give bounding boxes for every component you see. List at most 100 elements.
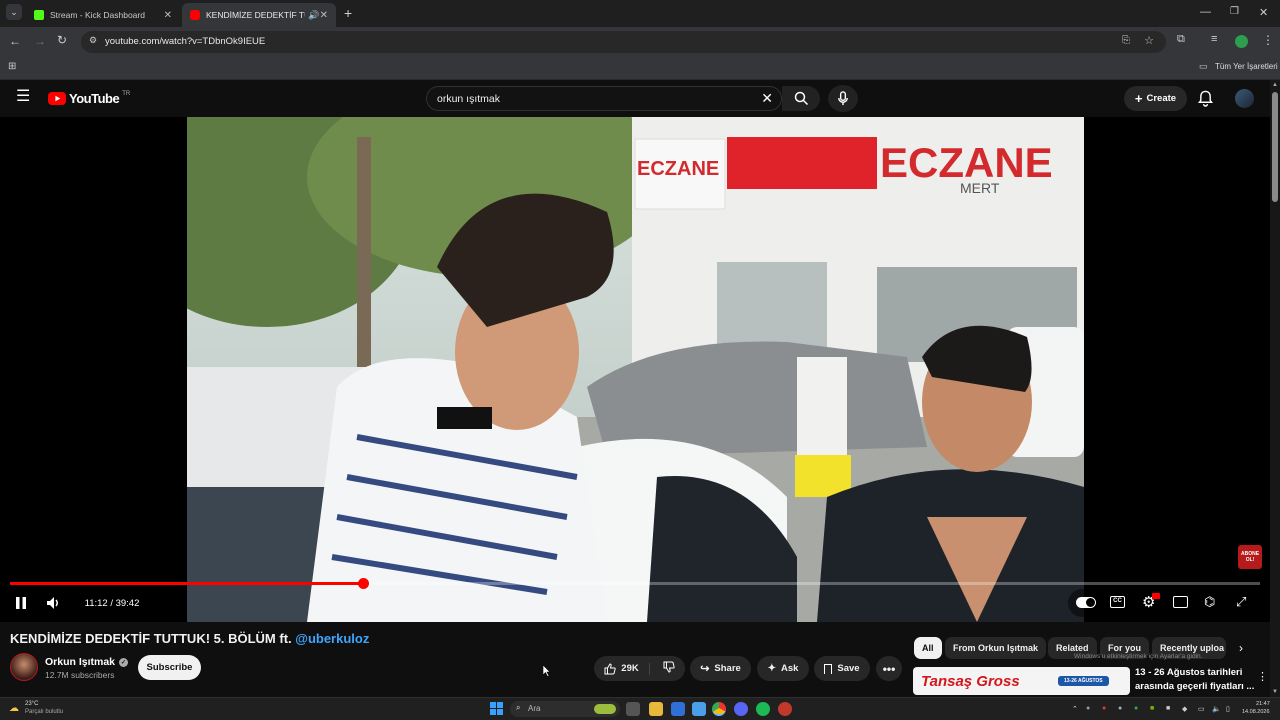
- progress-scrubber[interactable]: [357, 578, 369, 589]
- channel-avatar[interactable]: [10, 653, 38, 681]
- forward-icon[interactable]: →: [34, 34, 46, 48]
- save-button[interactable]: Save: [814, 656, 870, 681]
- app-blue-icon[interactable]: [692, 702, 706, 716]
- reload-icon[interactable]: ↻: [57, 33, 67, 47]
- bookmark-star-icon[interactable]: ☆: [1144, 34, 1154, 47]
- audio-playing-icon[interactable]: 🔊: [308, 10, 319, 21]
- clear-search-icon[interactable]: ✕: [761, 90, 773, 107]
- all-bookmarks-link[interactable]: Tüm Yer İşaretleri: [1215, 62, 1278, 71]
- progress-bar[interactable]: [10, 578, 1260, 589]
- scroll-up-icon[interactable]: ▲: [1272, 82, 1278, 88]
- scroll-down-icon[interactable]: ▼: [1272, 689, 1278, 695]
- tray-app2-icon[interactable]: ■: [1166, 705, 1170, 712]
- autoplay-toggle[interactable]: [1076, 597, 1096, 608]
- voice-search-button[interactable]: [828, 85, 858, 112]
- tray-chevron-icon[interactable]: ⌃: [1072, 705, 1078, 713]
- video-frame[interactable]: ECZANE MERT ECZANE: [187, 117, 1084, 622]
- ad-more-icon[interactable]: ⋮: [1257, 670, 1268, 683]
- weather-desc[interactable]: Parçalı bulutlu: [25, 709, 63, 715]
- more-actions-button[interactable]: •••: [876, 656, 902, 681]
- back-icon[interactable]: ←: [9, 34, 21, 48]
- chip-all[interactable]: All: [914, 637, 942, 659]
- subscribe-button[interactable]: Subscribe: [138, 655, 201, 680]
- network-icon[interactable]: ▭: [1198, 705, 1205, 713]
- captions-icon[interactable]: CC: [1110, 596, 1125, 608]
- tray-nvidia-icon[interactable]: ■: [1150, 705, 1154, 712]
- discord-icon[interactable]: [734, 702, 748, 716]
- dislike-button[interactable]: [655, 661, 675, 676]
- extensions-icon[interactable]: ⧉: [1177, 33, 1185, 46]
- subscribe-watermark[interactable]: ABONE OL!: [1238, 545, 1262, 569]
- tray-steam-icon[interactable]: ●: [1118, 705, 1122, 712]
- hamburger-menu-icon[interactable]: ☰: [16, 89, 30, 105]
- weather-temp[interactable]: 23°C: [25, 701, 38, 707]
- media-control-icon[interactable]: ≡: [1211, 33, 1217, 45]
- watermark-label: ABONE OL!: [1240, 551, 1260, 563]
- search-box[interactable]: orkun ışıtmak ✕: [426, 86, 782, 111]
- store-icon[interactable]: [671, 702, 685, 716]
- battery-icon[interactable]: ▯: [1226, 705, 1230, 713]
- youtube-logo[interactable]: YouTube TR: [48, 91, 130, 106]
- new-tab-icon[interactable]: +: [344, 5, 352, 21]
- url-text[interactable]: youtube.com/watch?v=TDbnOk9IEUE: [105, 36, 265, 47]
- search-highlight-icon: [594, 704, 616, 714]
- search-button[interactable]: [782, 86, 820, 111]
- start-windows-icon[interactable]: [490, 702, 503, 715]
- tray-record-icon[interactable]: ●: [1102, 705, 1106, 712]
- tab-youtube[interactable]: KENDİMİZE DEDEKTİF TUTTU 🔊 ✕: [182, 3, 336, 27]
- file-explorer-icon[interactable]: [649, 702, 663, 716]
- title-mention-link[interactable]: @uberkuloz: [295, 631, 369, 646]
- pause-button[interactable]: [8, 590, 34, 616]
- region-code: TR: [122, 90, 131, 97]
- microphone-icon: [838, 91, 848, 106]
- tray-app3-icon[interactable]: ◆: [1182, 705, 1187, 713]
- task-view-icon[interactable]: [626, 702, 640, 716]
- clock-time[interactable]: 21:47: [1256, 701, 1270, 707]
- video-player[interactable]: ECZANE MERT ECZANE ABONE OL! 11:12 / 39:…: [0, 117, 1270, 622]
- close-tab-icon[interactable]: ✕: [164, 10, 172, 21]
- taskbar-search[interactable]: ⌕ Ara: [510, 701, 620, 717]
- search-input[interactable]: orkun ışıtmak: [437, 93, 500, 105]
- share-button[interactable]: ↪ Share: [690, 656, 751, 681]
- tab-search-icon[interactable]: ⌄: [6, 4, 22, 20]
- miniplayer-icon[interactable]: [1173, 596, 1188, 608]
- ad-banner[interactable]: Tansaş Gross 13-26 AĞUSTOS: [913, 667, 1130, 695]
- spotify-icon[interactable]: [756, 702, 770, 716]
- scrollbar-thumb[interactable]: [1272, 92, 1278, 202]
- speaker-icon[interactable]: 🔈: [1212, 705, 1221, 713]
- chrome-taskbar-icon[interactable]: [712, 702, 726, 716]
- close-window-icon[interactable]: ✕: [1259, 6, 1268, 19]
- site-info-icon[interactable]: ⚙: [89, 35, 97, 46]
- minimize-icon[interactable]: —: [1200, 6, 1211, 18]
- create-label: Create: [1146, 93, 1177, 104]
- channel-name[interactable]: Orkun Işıtmak ✓: [45, 656, 129, 668]
- restore-icon[interactable]: ❐: [1230, 6, 1239, 17]
- like-button[interactable]: 29K: [604, 662, 650, 675]
- account-avatar[interactable]: [1235, 89, 1254, 108]
- fullscreen-icon[interactable]: ⤢: [1236, 594, 1246, 610]
- notifications-bell-icon[interactable]: [1198, 90, 1213, 107]
- close-tab-icon[interactable]: ✕: [320, 10, 328, 21]
- page-scrollbar[interactable]: ▲ ▼: [1270, 80, 1280, 697]
- install-app-icon[interactable]: ⎘: [1122, 35, 1130, 46]
- tab-kick-dashboard[interactable]: Stream - Kick Dashboard ✕: [26, 3, 180, 27]
- chrome-menu-icon[interactable]: ⋮: [1262, 33, 1274, 47]
- create-button[interactable]: + Create: [1124, 86, 1187, 111]
- clock-date[interactable]: 14.08.2026: [1242, 709, 1270, 715]
- cast-icon[interactable]: ⌬: [1204, 594, 1215, 610]
- youtube-header: ☰ YouTube TR orkun ışıtmak ✕ + Create: [0, 80, 1270, 117]
- chips-next-icon[interactable]: ›: [1239, 641, 1243, 655]
- ask-button[interactable]: ✦ Ask: [757, 656, 809, 681]
- volume-button[interactable]: [40, 590, 68, 616]
- ad-text-line1[interactable]: 13 - 26 Ağustos tarihleri: [1135, 667, 1242, 678]
- app-red-icon[interactable]: [778, 702, 792, 716]
- tray-app-icon[interactable]: ●: [1086, 705, 1090, 712]
- ad-text-line2[interactable]: arasında geçerli fiyatları ...: [1135, 681, 1254, 692]
- profile-avatar[interactable]: [1235, 35, 1248, 48]
- chip-from-channel[interactable]: From Orkun Işıtmak: [945, 637, 1047, 659]
- tray-green-icon[interactable]: ●: [1134, 705, 1138, 712]
- apps-grid-icon[interactable]: ⊞: [8, 61, 16, 72]
- weather-icon[interactable]: ☁: [9, 703, 19, 714]
- address-bar[interactable]: ⚙ youtube.com/watch?v=TDbnOk9IEUE ⎘ ☆: [81, 31, 1166, 53]
- ad-brand-logo: Tansaş Gross: [921, 673, 1020, 690]
